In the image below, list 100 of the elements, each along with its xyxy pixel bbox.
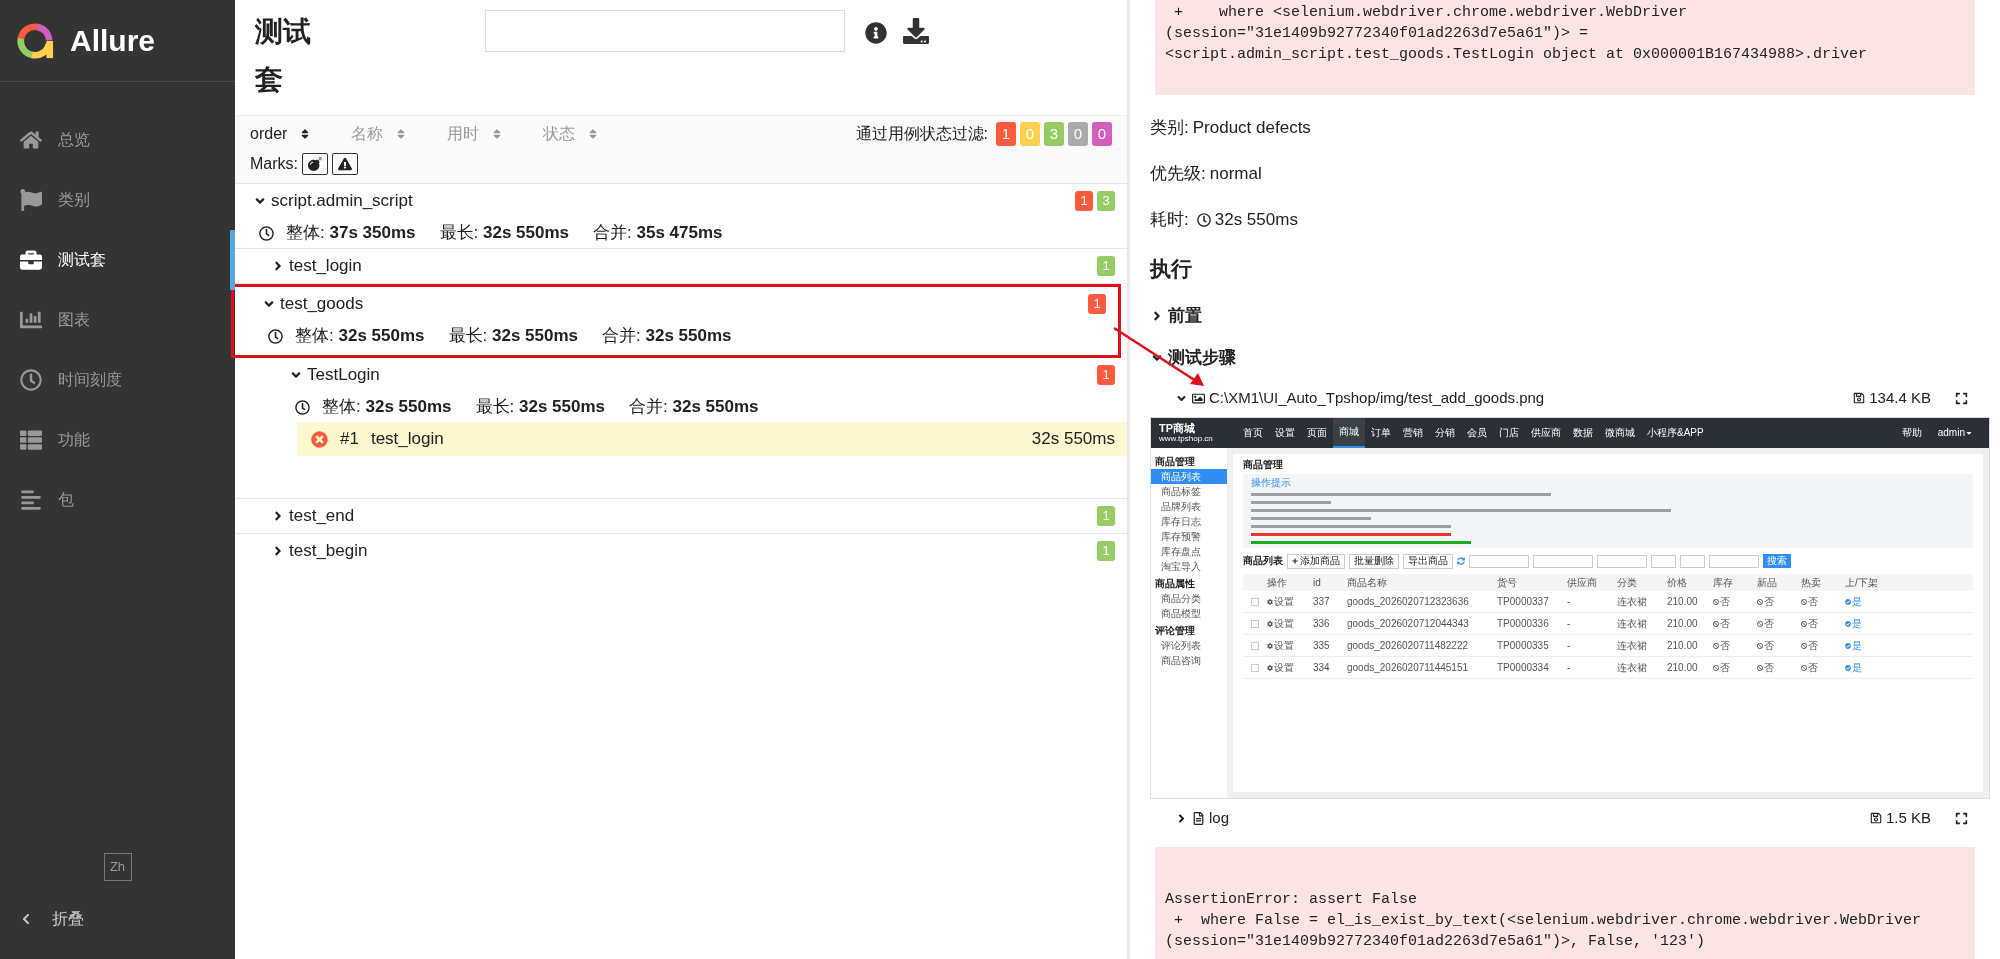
ban-icon <box>1713 598 1719 605</box>
site-toolbar-button[interactable]: 添加商品 <box>1287 553 1345 569</box>
clock-icon <box>259 225 274 241</box>
check-icon <box>1845 664 1851 671</box>
site-nav-item[interactable]: 供应商 <box>1525 418 1567 448</box>
image-icon <box>1192 391 1205 405</box>
tree-node[interactable]: TestLogin 1 <box>235 358 1127 392</box>
section-heading: 执行 <box>1150 256 1193 283</box>
language-button[interactable]: Zh <box>103 853 132 881</box>
tree-node[interactable]: test_goods 1 <box>234 287 1118 321</box>
site-menu-item[interactable]: 商品分类 <box>1151 591 1227 606</box>
site-row-checkbox[interactable] <box>1251 641 1259 650</box>
site-row-action[interactable]: 设置 <box>1267 662 1313 673</box>
site-menu-item[interactable]: 库存日志 <box>1151 514 1227 529</box>
sort-column[interactable]: order <box>250 122 312 146</box>
warning-icon <box>338 157 352 171</box>
tree-node[interactable]: test_login 1 <box>235 249 1127 283</box>
check-icon <box>1845 620 1851 627</box>
attachment-row[interactable]: C:\XM1\UI_Auto_Tpshop/img/test_add_goods.png 134.4 KB <box>1130 379 2000 417</box>
node-name: TestLogin <box>307 364 380 387</box>
site-filter-field[interactable] <box>1533 554 1593 568</box>
site-flag-cell: 否 <box>1757 596 1801 607</box>
site-nav-item[interactable]: 页面 <box>1301 418 1333 448</box>
site-nav-item[interactable]: 微商城 <box>1599 418 1641 448</box>
site-status-cell: 是 <box>1845 662 1885 673</box>
site-cell-text: 连衣裙 <box>1617 618 1648 629</box>
nav-item[interactable]: 类别 <box>0 170 235 230</box>
site-row-action[interactable]: 设置 <box>1267 618 1313 629</box>
site-menu-item[interactable]: 商品咨询 <box>1151 653 1227 668</box>
save-icon <box>1853 392 1866 404</box>
site-cell-text: 334 <box>1313 662 1331 673</box>
site-toolbar-button[interactable]: 导出商品 <box>1403 553 1453 569</box>
site-row-checkbox[interactable] <box>1251 619 1259 628</box>
site-menu-item[interactable]: 评论列表 <box>1151 638 1227 653</box>
info-icon[interactable] <box>865 22 887 44</box>
site-menu-item[interactable]: 品牌列表 <box>1151 499 1227 514</box>
node-name: test_end <box>289 505 355 528</box>
ban-icon <box>1757 620 1763 627</box>
site-row-checkbox[interactable] <box>1251 597 1259 606</box>
site-column-header: 上/下架 <box>1845 577 1879 588</box>
site-flag-cell: 否 <box>1713 596 1757 607</box>
step-section[interactable]: 前置 <box>1150 295 1980 337</box>
caret-icon <box>1965 429 1973 437</box>
site-filter-field[interactable] <box>1469 554 1529 568</box>
refresh-icon[interactable] <box>1457 557 1465 565</box>
flaky-mark-toggle[interactable] <box>302 153 328 175</box>
step-section[interactable]: 测试步骤 <box>1150 337 1980 379</box>
site-nav-item[interactable]: 分销 <box>1429 418 1461 448</box>
search-field[interactable] <box>485 10 845 52</box>
site-menu-group: 商品管理 <box>1151 454 1227 469</box>
site-cell-text: - <box>1567 662 1572 673</box>
download-icon[interactable] <box>903 18 929 44</box>
site-nav-item[interactable]: 小程序&APP <box>1641 418 1710 448</box>
count-badge: 1 <box>1075 191 1093 211</box>
tree-node[interactable]: test_end 1 <box>235 499 1127 533</box>
nav-item[interactable]: 图表 <box>0 290 235 350</box>
ban-icon <box>1801 664 1807 671</box>
nav-item[interactable]: 功能 <box>0 410 235 470</box>
tree-node[interactable]: test_begin 1 <box>235 534 1127 568</box>
site-nav-item[interactable]: 数据 <box>1567 418 1599 448</box>
ban-icon <box>1801 642 1807 649</box>
site-nav-item[interactable]: 设置 <box>1269 418 1301 448</box>
site-help-link[interactable]: 帮助 <box>1901 428 1922 438</box>
site-menu-item[interactable]: 商品标签 <box>1151 484 1227 499</box>
attachment-row[interactable]: log 1.5 KB <box>1130 799 2000 837</box>
site-nav-item[interactable]: 门店 <box>1493 418 1525 448</box>
expand-icon[interactable] <box>1955 391 1968 405</box>
error-message: AssertionError: assert False + where False = el_is_exist_by_text(<selenium.webdriver.chrome.webdriver.WebDriver (session="31e1409b92772340f01ad2263d7e5a61")>, False, '123') <box>1155 847 1975 959</box>
count-badge: 1 <box>1097 541 1115 561</box>
expand-icon[interactable] <box>1955 811 1968 825</box>
nav-item[interactable]: 包 <box>0 470 235 530</box>
site-cell-text: - <box>1567 596 1572 607</box>
site-menu-item[interactable]: 淘宝导入 <box>1151 559 1227 574</box>
site-filter-field[interactable] <box>1651 554 1676 568</box>
warning-mark-toggle[interactable] <box>332 153 358 175</box>
site-nav-item[interactable]: 首页 <box>1237 418 1269 448</box>
site-row-action[interactable]: 设置 <box>1267 596 1313 607</box>
site-nav-item[interactable]: 营销 <box>1397 418 1429 448</box>
site-cell-text: 连衣裙 <box>1617 596 1648 607</box>
site-menu-item[interactable]: 商品模型 <box>1151 606 1227 621</box>
nav-item[interactable]: 总览 <box>0 110 235 170</box>
clock-icon <box>268 328 283 344</box>
site-row-action[interactable]: 设置 <box>1267 640 1313 651</box>
collapse-button[interactable]: 折叠 <box>0 899 235 939</box>
site-nav-item[interactable]: 商城 <box>1333 418 1365 448</box>
site-cell-text: 210.00 <box>1667 640 1699 651</box>
site-filter-field[interactable] <box>1597 554 1647 568</box>
site-nav-item[interactable]: 订单 <box>1365 418 1397 448</box>
nav-item[interactable]: 时间刻度 <box>0 350 235 410</box>
site-status-cell: 是 <box>1845 596 1885 607</box>
site-filter-field[interactable] <box>1680 554 1705 568</box>
site-filter-field[interactable] <box>1709 554 1759 568</box>
site-user-menu[interactable]: admin <box>1937 428 1973 438</box>
tree-node[interactable]: script.admin_script 1 3 <box>235 184 1127 218</box>
test-row[interactable]: #1 test_login 32s 550ms <box>297 422 1127 456</box>
site-toolbar-button[interactable]: 批量删除 <box>1349 553 1399 569</box>
site-row-checkbox[interactable] <box>1251 663 1259 672</box>
site-menu-item[interactable]: 库存预警 <box>1151 529 1227 544</box>
site-menu-item[interactable]: 库存盘点 <box>1151 544 1227 559</box>
site-nav-item[interactable]: 会员 <box>1461 418 1493 448</box>
